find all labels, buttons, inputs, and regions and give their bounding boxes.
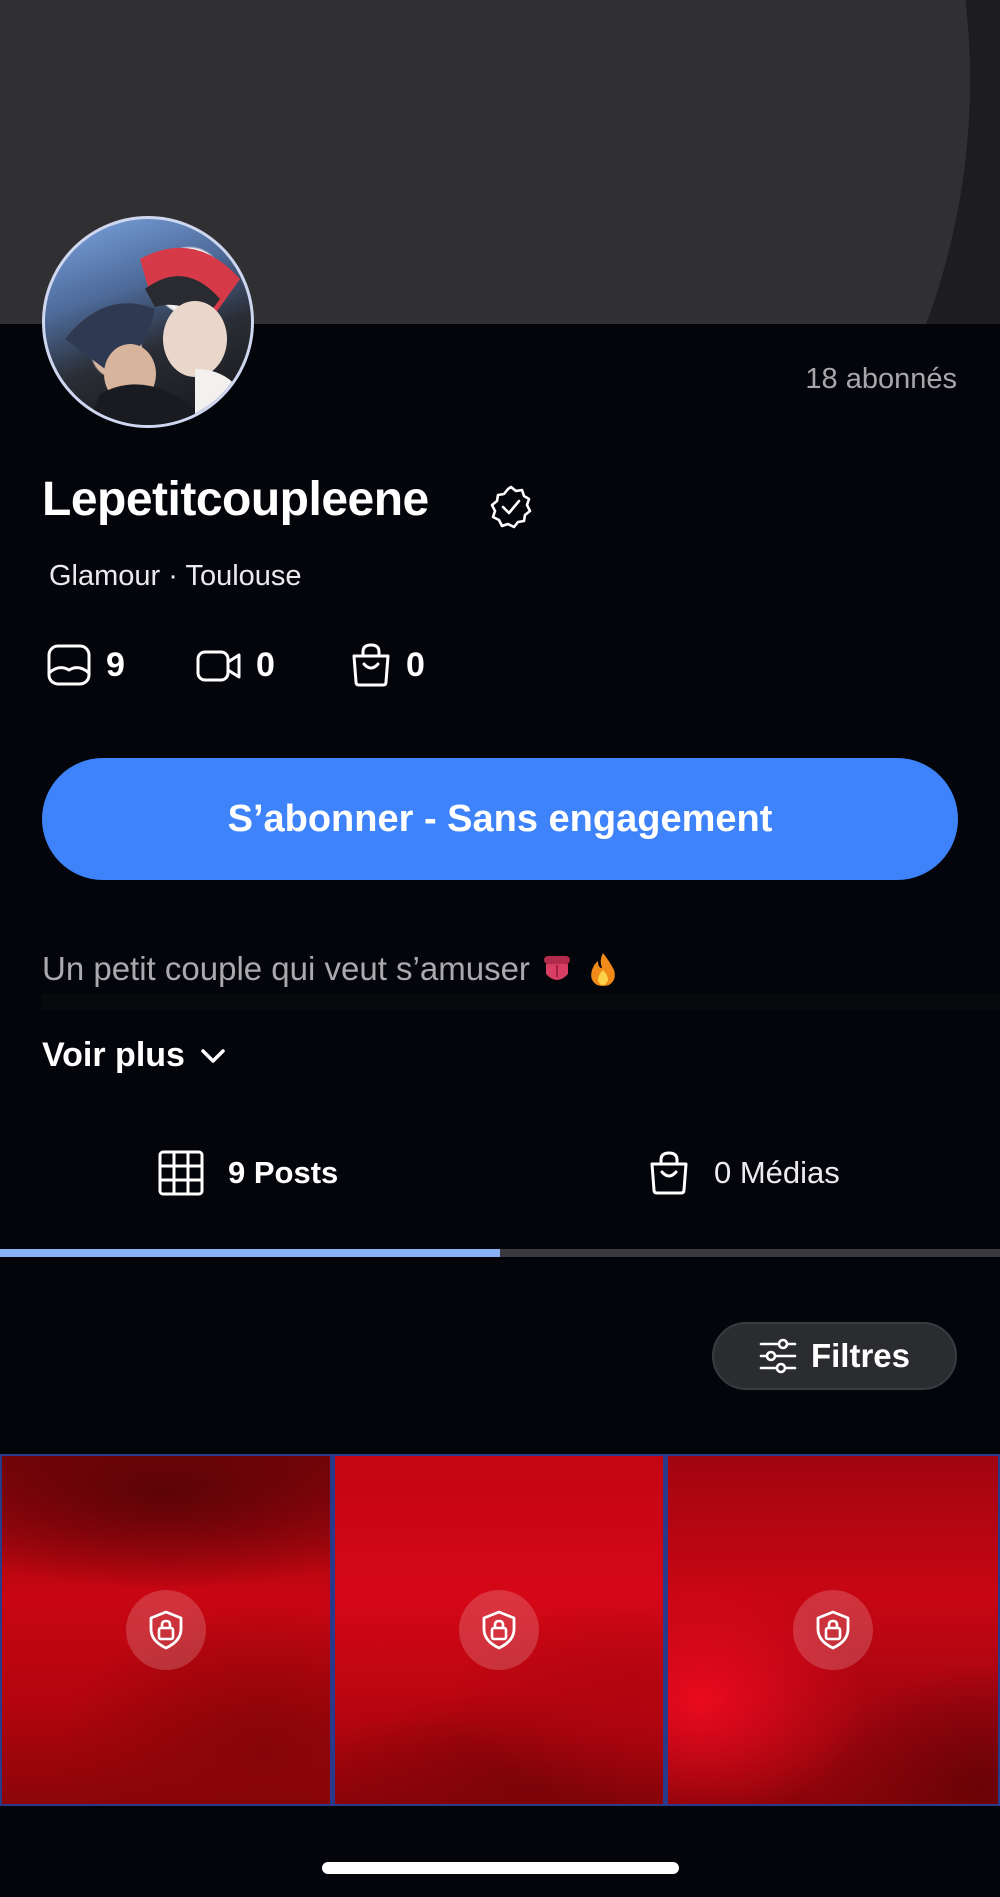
bio-text: Un petit couple qui veut s’amuser [42, 950, 530, 987]
post-tile-locked[interactable] [335, 1456, 663, 1804]
see-more-label: Voir plus [42, 1036, 185, 1074]
stat-photos: 9 [46, 642, 125, 688]
tab-posts[interactable]: 9 Posts [158, 1150, 338, 1196]
tab-indicator-active [0, 1249, 500, 1257]
video-icon [196, 650, 241, 682]
stat-media-value: 0 [406, 645, 425, 684]
fire-emoji [591, 953, 615, 986]
home-indicator[interactable] [322, 1862, 679, 1874]
tongue-emoji [543, 956, 570, 980]
lock-shield-icon [459, 1590, 539, 1670]
avatar-photo-icon [65, 247, 250, 425]
stat-videos-value: 0 [256, 645, 275, 684]
tab-medias[interactable]: 0 Médias [648, 1150, 840, 1196]
filters-label: Filtres [810, 1337, 911, 1374]
lock-shield-icon [793, 1590, 873, 1670]
sliders-icon [759, 1338, 797, 1374]
bag-icon [352, 643, 390, 687]
verified-badge-icon [490, 485, 532, 529]
avatar[interactable] [42, 216, 254, 428]
chevron-down-icon [201, 1048, 225, 1063]
stat-media: 0 [350, 642, 425, 688]
profile-name: Lepetitcoupleene [42, 473, 429, 526]
grid-icon [158, 1150, 204, 1196]
tab-medias-label: 0 Médias [714, 1155, 840, 1190]
tab-posts-label: 9 Posts [228, 1155, 339, 1190]
bottom-bar [0, 1806, 1000, 1897]
bag-icon [650, 1151, 688, 1195]
profile-bio: Un petit couple qui veut s’amuser [42, 950, 622, 988]
post-tile-locked[interactable] [668, 1456, 998, 1804]
post-tile-locked[interactable] [2, 1456, 330, 1804]
filters-button[interactable]: Filtres [712, 1322, 957, 1390]
subscribers-count: 18 abonnés [805, 363, 957, 395]
stat-photos-value: 9 [106, 645, 125, 684]
photo-icon [47, 644, 91, 686]
profile-location: Glamour · Toulouse [49, 560, 302, 592]
bio-fade [42, 994, 1000, 1010]
see-more-button[interactable]: Voir plus [42, 1036, 227, 1075]
stat-videos: 0 [196, 642, 275, 688]
lock-shield-icon [126, 1590, 206, 1670]
subscribe-button[interactable]: S’abonner - Sans engagement [42, 758, 958, 880]
